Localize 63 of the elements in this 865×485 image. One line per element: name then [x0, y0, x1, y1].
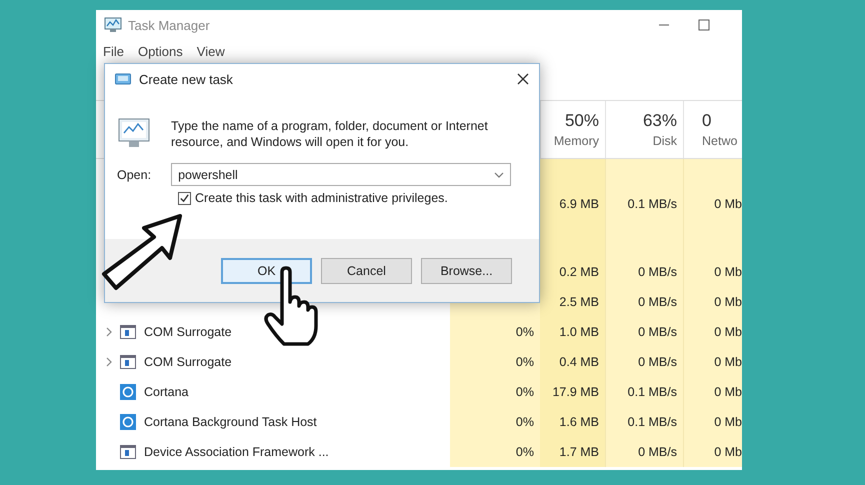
- app-window-icon: [120, 445, 136, 459]
- table-cell: 0 Mb: [683, 347, 742, 377]
- column-header[interactable]: 0 Netwo: [683, 101, 742, 158]
- open-combo-box[interactable]: powershell: [171, 163, 512, 186]
- menu-item[interactable]: View: [196, 44, 225, 58]
- open-label: Open:: [117, 168, 152, 182]
- process-name: Cortana: [144, 385, 188, 399]
- table-cell: 17.9 MB: [540, 377, 605, 407]
- process-name: COM Surrogate: [144, 325, 232, 339]
- run-icon: [115, 73, 131, 85]
- process-name: COM Surrogate: [144, 355, 232, 369]
- table-cell: 1.6 MB: [540, 407, 605, 437]
- menu-item[interactable]: File: [103, 44, 124, 58]
- chevron-icon[interactable]: [106, 327, 112, 337]
- table-cell: 2.5 MB: [540, 287, 605, 317]
- table-cell: 0 MB/s: [605, 317, 683, 347]
- table-cell: 0 MB/s: [605, 347, 683, 377]
- table-cell: 1.7 MB: [540, 437, 605, 467]
- table-cell: 0%: [450, 437, 540, 467]
- table-cell: 0 MB/s: [605, 287, 683, 317]
- checkbox-label[interactable]: Create this task with administrative privileges.: [195, 191, 448, 205]
- dialog-button[interactable]: Browse...: [421, 258, 512, 284]
- monitor-icon: [104, 17, 122, 33]
- table-cell: 1.0 MB: [540, 317, 605, 347]
- menu-item[interactable]: Options: [138, 44, 183, 58]
- circle-app-icon: [120, 384, 136, 400]
- app-window-icon: [120, 355, 136, 369]
- process-name: Cortana Background Task Host: [144, 415, 317, 429]
- process-name: Device Association Framework ...: [144, 445, 329, 459]
- table-cell: 0 Mb: [683, 287, 742, 317]
- table-cell: 0 Mb: [683, 257, 742, 287]
- window-title: Task Manager: [128, 18, 210, 32]
- table-cell: 0 MB/s: [605, 437, 683, 467]
- close-icon[interactable]: [517, 73, 529, 85]
- table-cell: 0.4 MB: [540, 347, 605, 377]
- table-cell: 0.1 MB/s: [605, 377, 683, 407]
- dropdown-caret-icon[interactable]: [494, 172, 504, 178]
- table-cell: 0 Mb: [683, 437, 742, 467]
- dialog-button[interactable]: Cancel: [321, 258, 412, 284]
- table-cell: 0%: [450, 317, 540, 347]
- table-cell: [540, 159, 605, 189]
- app-window-icon: [120, 325, 136, 339]
- dialog-title: Create new task: [139, 72, 233, 86]
- table-cell: 0 Mb: [683, 377, 742, 407]
- table-cell: 0 MB/s: [605, 257, 683, 287]
- table-cell: 0%: [450, 407, 540, 437]
- chevron-icon[interactable]: [106, 357, 112, 367]
- table-cell: 0 Mb: [683, 317, 742, 347]
- table-cell: 0%: [450, 347, 540, 377]
- table-cell: 0.1 MB/s: [605, 407, 683, 437]
- circle-app-icon: [120, 414, 136, 430]
- table-cell: 0.2 MB: [540, 257, 605, 287]
- table-cell: 0 Mb: [683, 189, 742, 219]
- dialog-message: Type the name of a program, folder, document or Internet resource, and Windows will open it for you.: [171, 118, 489, 150]
- table-cell: [683, 159, 742, 189]
- column-header[interactable]: 63% Disk: [605, 101, 683, 158]
- table-cell: 0%: [450, 377, 540, 407]
- checkbox[interactable]: [178, 192, 191, 204]
- table-cell: 0 Mb: [683, 407, 742, 437]
- table-cell: 0.1 MB/s: [605, 189, 683, 219]
- table-cell: 6.9 MB: [540, 189, 605, 219]
- dialog-button[interactable]: OK: [221, 258, 312, 284]
- maximize-icon[interactable]: [698, 19, 710, 31]
